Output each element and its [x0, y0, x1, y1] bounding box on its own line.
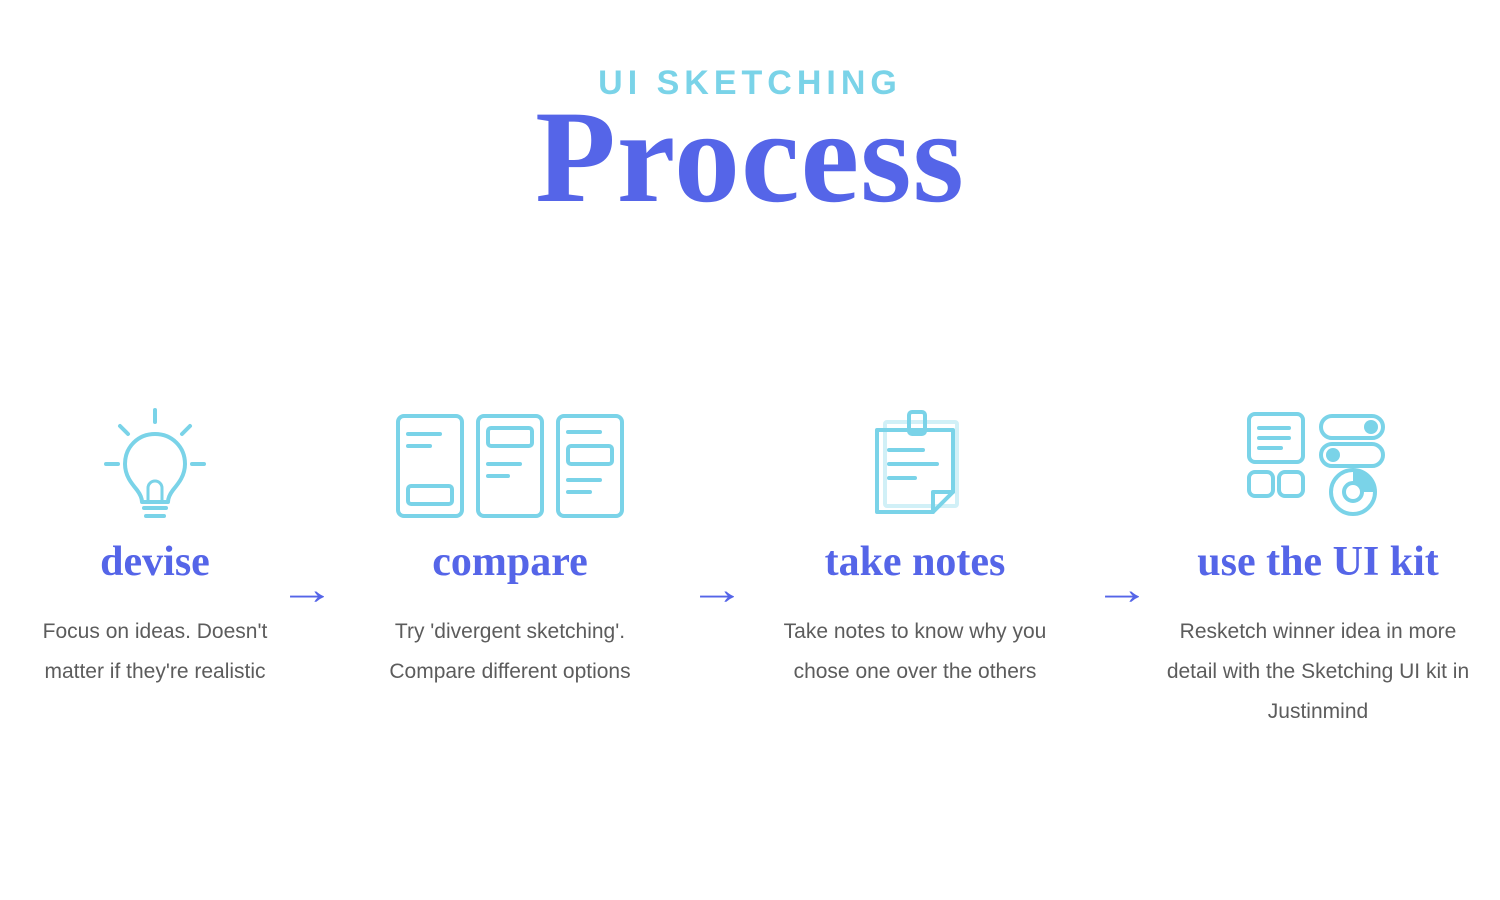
- layouts-icon: [360, 396, 660, 526]
- process-step-take-notes: take notes Take notes to know why you ch…: [760, 396, 1070, 692]
- lightbulb-icon: [25, 396, 285, 526]
- step-title: use the UI kit: [1158, 538, 1478, 586]
- arrow-right-icon: →: [278, 568, 335, 612]
- step-description: Try 'divergent sketching'. Compare diffe…: [360, 612, 660, 692]
- ui-kit-icon: [1158, 396, 1478, 526]
- process-step-compare: compare Try 'divergent sketching'. Compa…: [360, 396, 660, 692]
- step-title: compare: [360, 538, 660, 586]
- step-description: Take notes to know why you chose one ove…: [760, 612, 1070, 692]
- step-description: Focus on ideas. Doesn't matter if they'r…: [25, 612, 285, 692]
- step-title: take notes: [760, 538, 1070, 586]
- process-step-ui-kit: use the UI kit Resketch winner idea in m…: [1158, 396, 1478, 732]
- sticky-note-icon: [760, 396, 1070, 526]
- arrow-right-icon: →: [1093, 568, 1150, 612]
- diagram-title: Process: [0, 80, 1500, 233]
- step-title: devise: [25, 538, 285, 586]
- arrow-right-icon: →: [688, 568, 745, 612]
- step-description: Resketch winner idea in more detail with…: [1158, 612, 1478, 732]
- process-step-devise: devise Focus on ideas. Doesn't matter if…: [25, 396, 285, 692]
